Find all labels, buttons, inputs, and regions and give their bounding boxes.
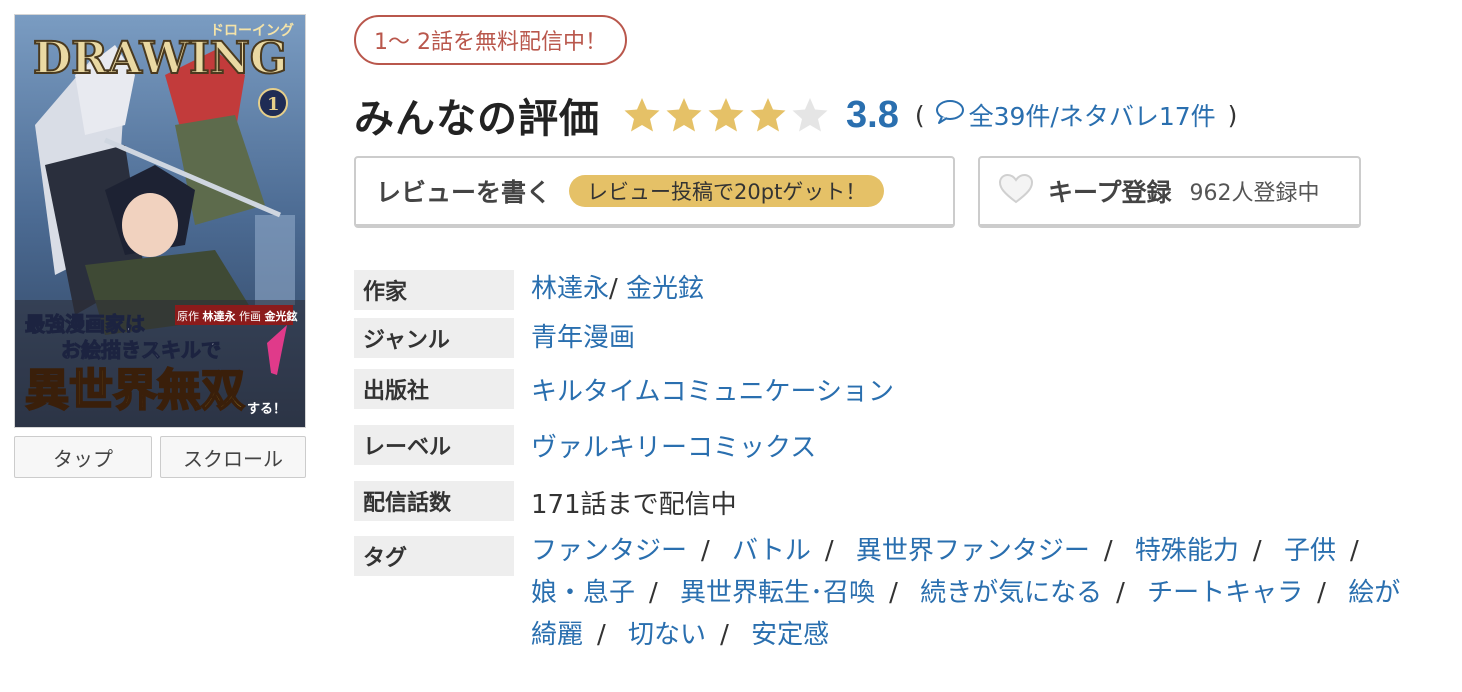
svg-text:原作 林達永 作画 金光: 原作 林達永 作画 金光鉉 — [177, 309, 298, 323]
heart-icon — [998, 173, 1034, 209]
keep-button[interactable]: キープ登録 962人登録中 — [978, 156, 1361, 228]
tap-view-button[interactable]: タップ — [14, 436, 152, 478]
tag-link[interactable]: チートキャラ — [1147, 578, 1303, 608]
book-cover[interactable]: DRAWING ドローイング 1 原作 林達永 作画 金光鉉 最強漫画家は お絵… — [14, 14, 306, 428]
write-review-label: レビューを書く — [376, 178, 552, 207]
reviews-link[interactable]: 全39件/ネタバレ17件 — [925, 97, 1216, 133]
star-icon — [708, 98, 744, 132]
label-value: ヴァルキリーコミックス — [531, 427, 816, 464]
tag-link[interactable]: 続きが気になる — [920, 578, 1102, 608]
tag-link[interactable]: 安定感 — [751, 620, 829, 650]
reviews-summary: ( 全39件/ネタバレ17件 ) — [914, 97, 1238, 133]
star-icon — [792, 98, 828, 132]
episodes-text: 171話まで配信中 — [531, 490, 737, 520]
keep-count: 962人登録中 — [1189, 181, 1320, 206]
keep-label: キープ登録 — [1048, 178, 1172, 207]
rating-title: みんなの評価 — [354, 96, 600, 142]
cover-subtitle-2: お絵描きスキルで — [61, 338, 221, 362]
star-icon — [624, 98, 660, 132]
rating-stars — [622, 96, 830, 134]
author-value: 林達永/ 金光鉉 — [531, 268, 704, 305]
reviews-close-paren: ) — [1227, 100, 1238, 130]
tag-separator: / — [889, 578, 898, 608]
review-bonus-pill: レビュー投稿で20ptゲット！ — [569, 175, 885, 207]
cover-logo: DRAWING — [33, 33, 287, 84]
tag-separator: / — [597, 620, 606, 650]
tag-link[interactable]: ファンタジー — [531, 536, 687, 566]
publisher-value: キルタイムコミュニケーション — [531, 371, 894, 408]
author-link-1[interactable]: 林達永 — [531, 274, 609, 304]
tag-separator: / — [701, 536, 710, 566]
tag-link[interactable]: 子供 — [1284, 536, 1336, 566]
scroll-view-button[interactable]: スクロール — [160, 436, 306, 478]
episodes-label: 配信話数 — [354, 481, 514, 521]
tag-separator: / — [1116, 578, 1125, 608]
write-review-button[interactable]: レビューを書く レビュー投稿で20ptゲット！ — [354, 156, 955, 228]
author-link-2[interactable]: 金光鉉 — [626, 274, 704, 304]
star-icon — [750, 98, 786, 132]
tag-separator: / — [1252, 536, 1262, 566]
tag-separator: / — [824, 536, 834, 566]
tag-link[interactable]: 異世界転生･召喚 — [680, 578, 875, 608]
author-label: 作家 — [354, 270, 514, 310]
author-separator: / — [609, 274, 618, 304]
tag-link[interactable]: バトル — [732, 536, 811, 566]
publisher-link[interactable]: キルタイムコミュニケーション — [531, 377, 894, 407]
rating-score: 3.8 — [846, 93, 899, 136]
tags-label: タグ — [354, 536, 514, 576]
cover-title-suffix: する！ — [247, 402, 286, 417]
tag-separator: / — [720, 620, 729, 650]
cover-title: 異世界無双 — [25, 365, 245, 416]
tag-separator: / — [1349, 536, 1359, 566]
genre-label: ジャンル — [354, 318, 514, 358]
genre-link[interactable]: 青年漫画 — [531, 323, 635, 353]
tag-link[interactable]: 娘・息子 — [531, 578, 635, 608]
reviews-open-paren: ( — [914, 100, 925, 130]
label-label: レーベル — [354, 425, 514, 465]
cover-logo-kana: ドローイング — [210, 22, 294, 39]
episodes-value: 171話まで配信中 — [531, 484, 737, 521]
star-icon — [666, 98, 702, 132]
tag-separator: / — [1103, 536, 1113, 566]
rating-row: みんなの評価 3.8 ( 全39件/ネタバレ17件 ) — [354, 82, 1237, 148]
reviews-link-text[interactable]: 全39件/ネタバレ17件 — [969, 97, 1216, 133]
speech-bubble-icon — [935, 99, 965, 131]
publisher-label: 出版社 — [354, 369, 514, 409]
genre-value: 青年漫画 — [531, 317, 635, 354]
tag-link[interactable]: 切ない — [628, 620, 706, 650]
cover-volume: 1 — [267, 94, 280, 115]
cover-subtitle-1: 最強漫画家は — [25, 312, 145, 336]
tag-separator: / — [649, 578, 658, 608]
free-episodes-badge[interactable]: 1〜 2話を無料配信中！ — [354, 15, 627, 65]
tag-separator: / — [1317, 578, 1326, 608]
label-link[interactable]: ヴァルキリーコミックス — [531, 433, 816, 463]
tags-list: ファンタジー / バトル / 異世界ファンタジー / 特殊能力 / 子供 / 娘・息子 / … — [531, 530, 1411, 656]
tag-link[interactable]: 異世界ファンタジー — [856, 536, 1090, 566]
tag-link[interactable]: 特殊能力 — [1135, 536, 1239, 566]
